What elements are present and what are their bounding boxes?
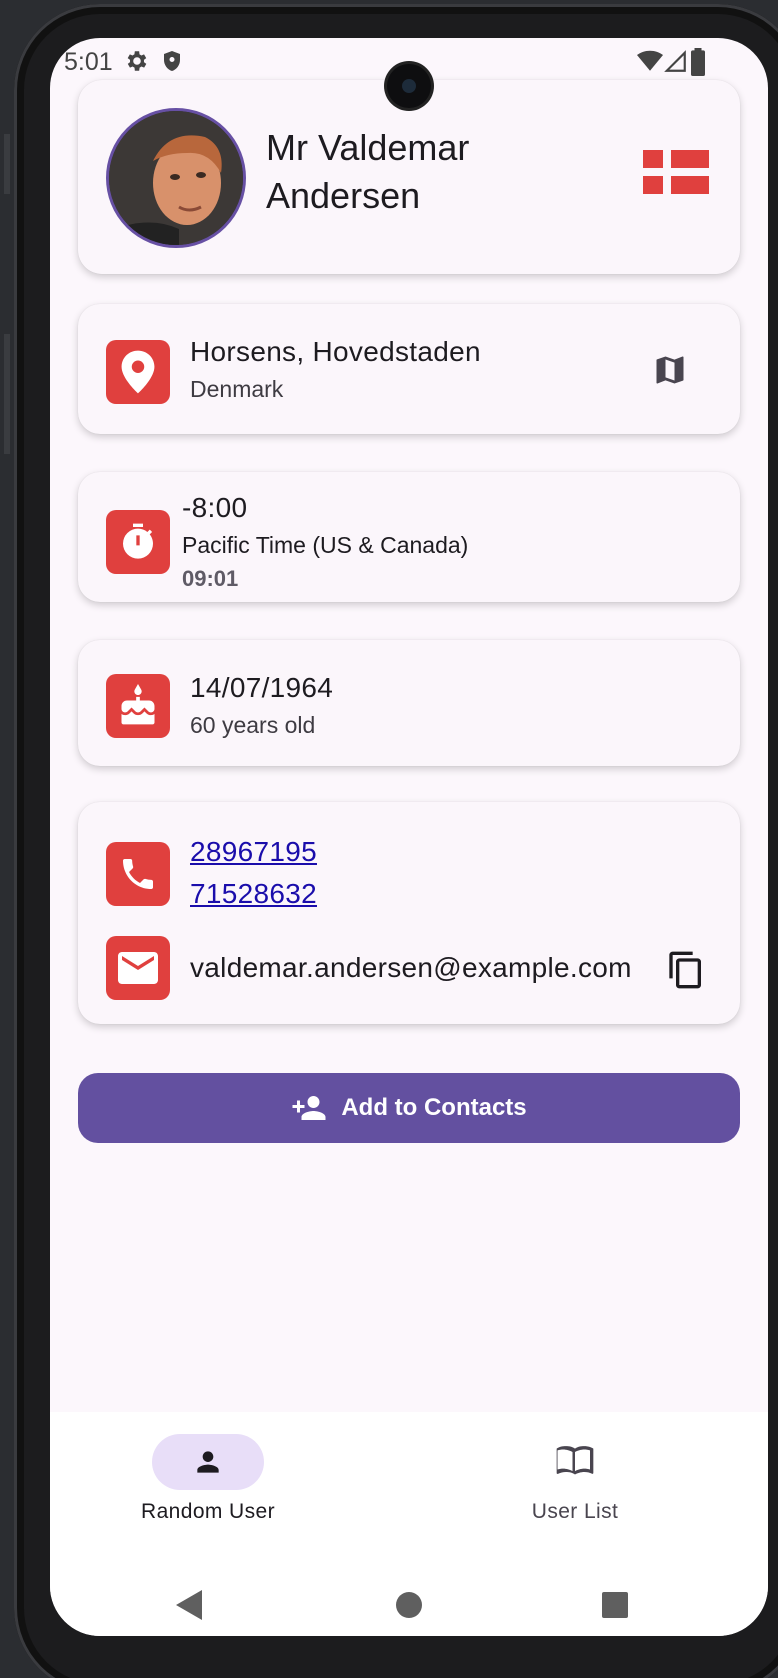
battery-icon — [690, 48, 706, 81]
app-screen: 5:01 Mr Valdemar Andersen Horsens, Hoved… — [50, 38, 768, 1636]
home-icon[interactable] — [396, 1592, 422, 1623]
user-name-line2: Andersen — [266, 175, 421, 216]
nav-label-user-list: User List — [531, 1500, 619, 1523]
location-card: Horsens, Hovedstaden Denmark — [78, 304, 740, 434]
nav-item-random-user[interactable]: Random User — [108, 1434, 308, 1524]
recents-icon[interactable] — [602, 1592, 628, 1623]
back-icon[interactable] — [176, 1590, 202, 1625]
user-name: Mr Valdemar Andersen — [266, 124, 469, 220]
shield-icon — [160, 48, 184, 79]
bottom-nav: Random User User List — [50, 1412, 768, 1636]
device-side-button — [4, 134, 10, 194]
add-person-icon — [291, 1093, 327, 1123]
signal-icon — [662, 48, 688, 79]
timezone-offset: -8:00 — [182, 492, 248, 523]
phone-icon — [106, 842, 170, 906]
age-text: 60 years old — [190, 712, 316, 738]
copy-icon[interactable] — [666, 948, 706, 997]
location-city: Horsens, Hovedstaden — [190, 336, 481, 367]
add-to-contacts-button[interactable]: Add to Contacts — [78, 1073, 740, 1143]
contact-card: 28967195 71528632 valdemar.andersen@exam… — [78, 802, 740, 1024]
gear-icon — [124, 48, 150, 79]
device-side-button — [4, 334, 10, 454]
birth-date: 14/07/1964 — [190, 672, 334, 703]
nav-label-random-user: Random User — [141, 1500, 275, 1523]
avatar — [106, 108, 246, 248]
person-icon — [197, 1451, 219, 1473]
avatar-photo — [109, 111, 243, 245]
nav-item-user-list[interactable]: User List — [475, 1434, 675, 1524]
birthday-card: 14/07/1964 60 years old — [78, 640, 740, 766]
book-icon — [556, 1446, 594, 1475]
map-icon[interactable] — [652, 352, 688, 393]
system-nav-bar — [50, 1578, 768, 1628]
email-icon — [106, 936, 170, 1000]
timezone-name: Pacific Time (US & Canada) — [182, 532, 469, 558]
wifi-icon — [636, 48, 664, 79]
location-country: Denmark — [190, 376, 284, 402]
timezone-local-time: 09:01 — [182, 566, 239, 591]
email-address: valdemar.andersen@example.com — [190, 952, 632, 983]
nav-pill — [519, 1434, 631, 1490]
user-name-line1: Mr Valdemar — [266, 127, 470, 168]
stopwatch-icon — [106, 510, 170, 574]
location-pin-icon — [106, 340, 170, 404]
timezone-card: -8:00 Pacific Time (US & Canada) 09:01 — [78, 472, 740, 602]
cake-icon — [106, 674, 170, 738]
status-time: 5:01 — [64, 48, 113, 76]
profile-card: Mr Valdemar Andersen — [78, 80, 740, 274]
add-to-contacts-label: Add to Contacts — [341, 1094, 527, 1121]
phone-link-2[interactable]: 71528632 — [190, 878, 317, 910]
phone-link-1[interactable]: 28967195 — [190, 836, 317, 868]
nav-pill-active — [152, 1434, 264, 1490]
front-camera — [387, 64, 431, 108]
denmark-flag-icon — [643, 150, 709, 194]
